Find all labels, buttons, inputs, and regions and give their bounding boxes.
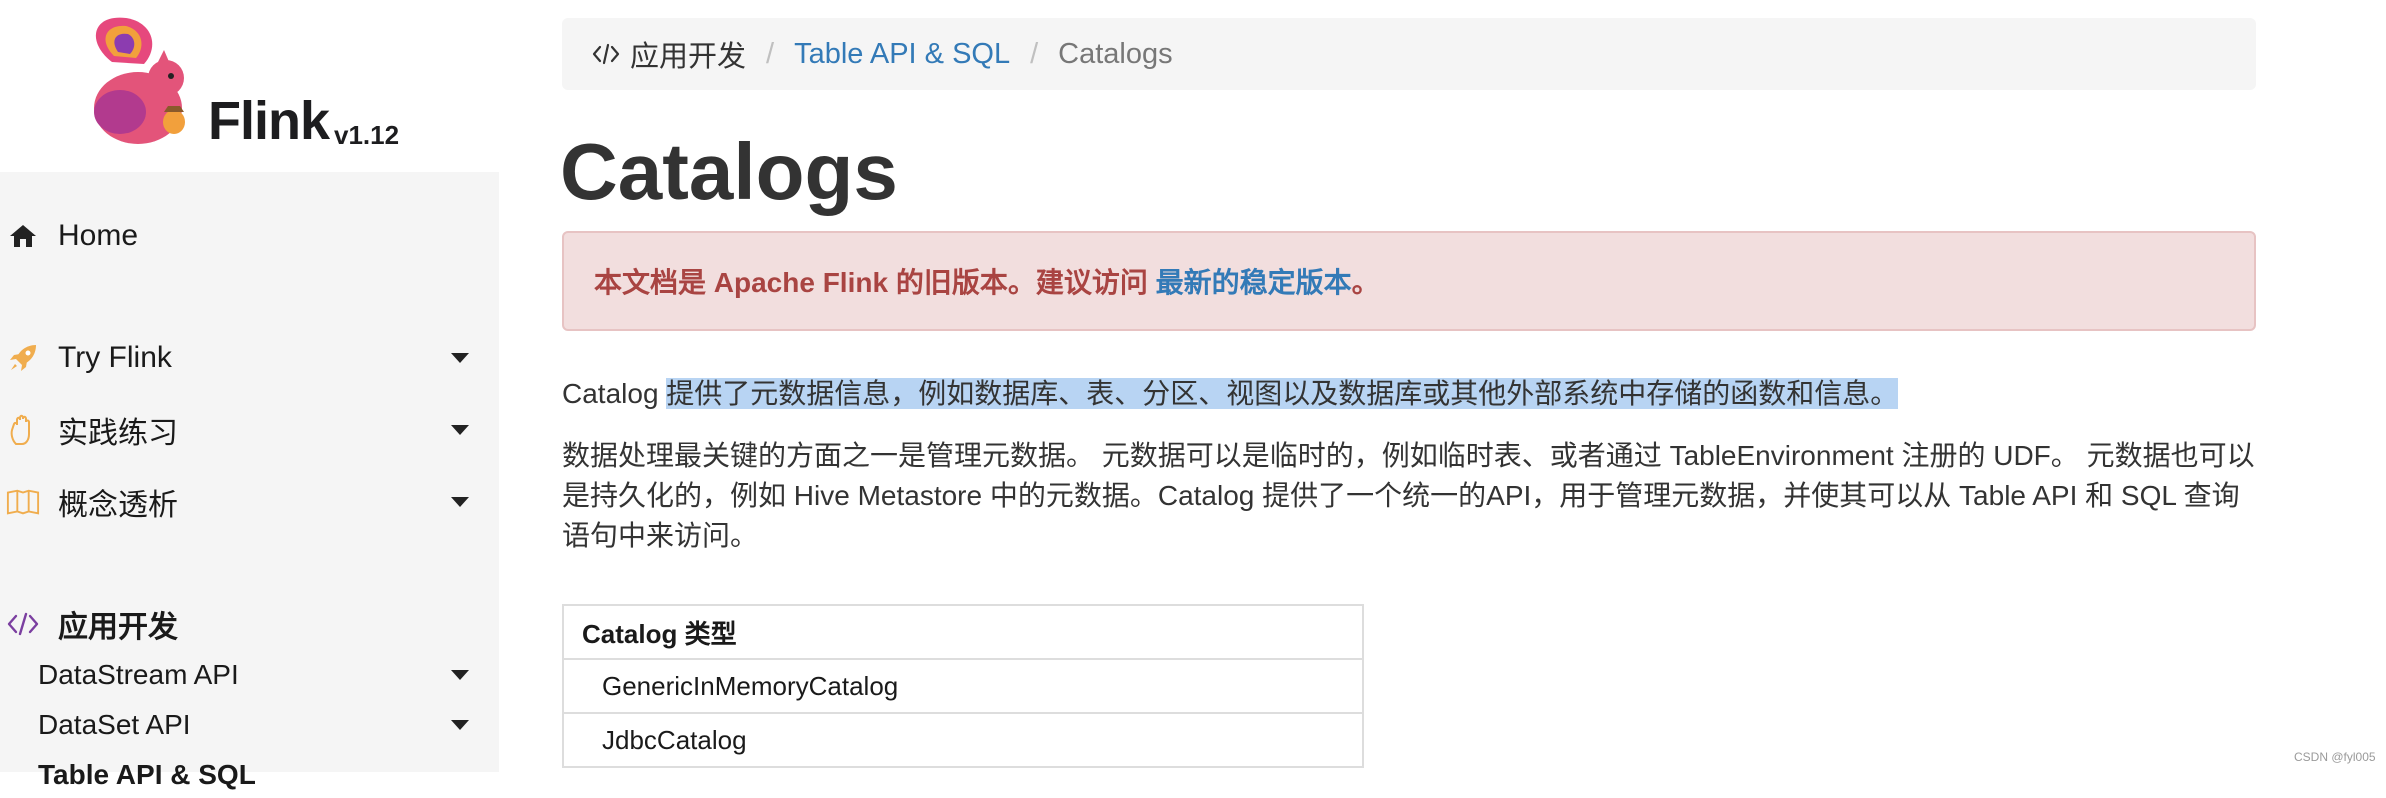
alert-end: 。 (1351, 267, 1380, 298)
sidebar-nav: Home Try Flink 实践练习 概念透析 应用开发 DataStream… (0, 172, 499, 790)
catalog-types-table: Catalog 类型 GenericInMemoryCatalog JdbcCa… (562, 604, 1364, 768)
table-header-row: Catalog 类型 (562, 604, 1364, 660)
book-icon (6, 485, 40, 519)
sidebar-item-label: 应用开发 (58, 611, 178, 644)
chevron-down-icon[interactable] (451, 720, 469, 730)
breadcrumb-root[interactable]: 应用开发 (592, 33, 746, 75)
highlighted-text: 提供了元数据信息，例如数据库、表、分区、视图以及数据库或其他外部系统中存储的函数… (666, 378, 1899, 409)
breadcrumb-separator: / (766, 37, 775, 70)
logo-area[interactable]: Flink v1.12 (0, 0, 499, 172)
chevron-down-icon[interactable] (451, 353, 469, 363)
breadcrumb-link-table-api-sql[interactable]: Table API & SQL (794, 38, 1010, 71)
breadcrumb-separator: / (1030, 37, 1039, 70)
metadata-paragraph: 数据处理最关键的方面之一是管理元数据。 元数据可以是临时的，例如临时表、或者通过… (562, 440, 2255, 551)
sidebar-item-label: Home (58, 219, 139, 252)
sidebar: Flink v1.12 Home Try Flink 实践练习 概念透析 应用开… (0, 0, 499, 790)
watermark: CSDN @fyl005 (2294, 750, 2376, 764)
sidebar-item-app-dev[interactable]: 应用开发 (0, 598, 499, 650)
hand-icon (6, 413, 40, 447)
code-icon (6, 607, 40, 641)
sidebar-item-label: 实践练习 (58, 417, 178, 450)
table-header: Catalog 类型 (562, 604, 1364, 660)
sidebar-item-label: Try Flink (58, 341, 172, 374)
latest-stable-version-link[interactable]: 最新的稳定版本 (1156, 261, 1352, 301)
breadcrumb: 应用开发 / Table API & SQL / Catalogs (562, 18, 2256, 90)
sidebar-item-concepts[interactable]: 概念透析 (0, 476, 499, 528)
sidebar-subitem-label: DataStream API (38, 659, 239, 690)
sidebar-item-label: 概念透析 (58, 489, 178, 522)
sidebar-item-try-flink[interactable]: Try Flink (0, 332, 499, 384)
sidebar-item-practice[interactable]: 实践练习 (0, 404, 499, 456)
table-row: JdbcCatalog (562, 712, 1364, 768)
sidebar-subitem-datastream-api[interactable]: DataStream API (0, 652, 499, 698)
sidebar-subitem-dataset-api[interactable]: DataSet API (0, 702, 499, 748)
alert-text: 本文档是 Apache Flink 的旧版本。建议访问 (594, 267, 1156, 298)
code-icon (592, 43, 620, 65)
table-cell: JdbcCatalog (562, 712, 1364, 768)
table-cell: GenericInMemoryCatalog (562, 658, 1364, 714)
brand-name: Flink (208, 91, 330, 151)
intro-paragraph: Catalog 提供了元数据信息，例如数据库、表、分区、视图以及数据库或其他外部… (562, 374, 1899, 414)
rocket-icon (6, 341, 40, 375)
chevron-down-icon[interactable] (451, 497, 469, 507)
sidebar-item-home[interactable]: Home (0, 210, 499, 262)
breadcrumb-current: Catalogs (1058, 37, 1173, 70)
chevron-down-icon[interactable] (451, 670, 469, 680)
table-row: GenericInMemoryCatalog (562, 658, 1364, 714)
old-version-alert: 本文档是 Apache Flink 的旧版本。建议访问 最新的稳定版本。 (562, 231, 2256, 331)
sidebar-subitem-label: Table API & SQL (38, 759, 256, 790)
flink-squirrel-logo (94, 17, 185, 144)
chevron-down-icon[interactable] (451, 425, 469, 435)
intro-text: Catalog (562, 378, 667, 409)
page-title: Catalogs (560, 127, 898, 216)
sidebar-subitem-table-api-sql[interactable]: Table API & SQL (0, 752, 499, 798)
breadcrumb-root-label: 应用开发 (630, 41, 747, 73)
home-icon (6, 219, 40, 253)
brand-version: v1.12 (334, 120, 400, 150)
sidebar-subitem-label: DataSet API (38, 709, 191, 740)
